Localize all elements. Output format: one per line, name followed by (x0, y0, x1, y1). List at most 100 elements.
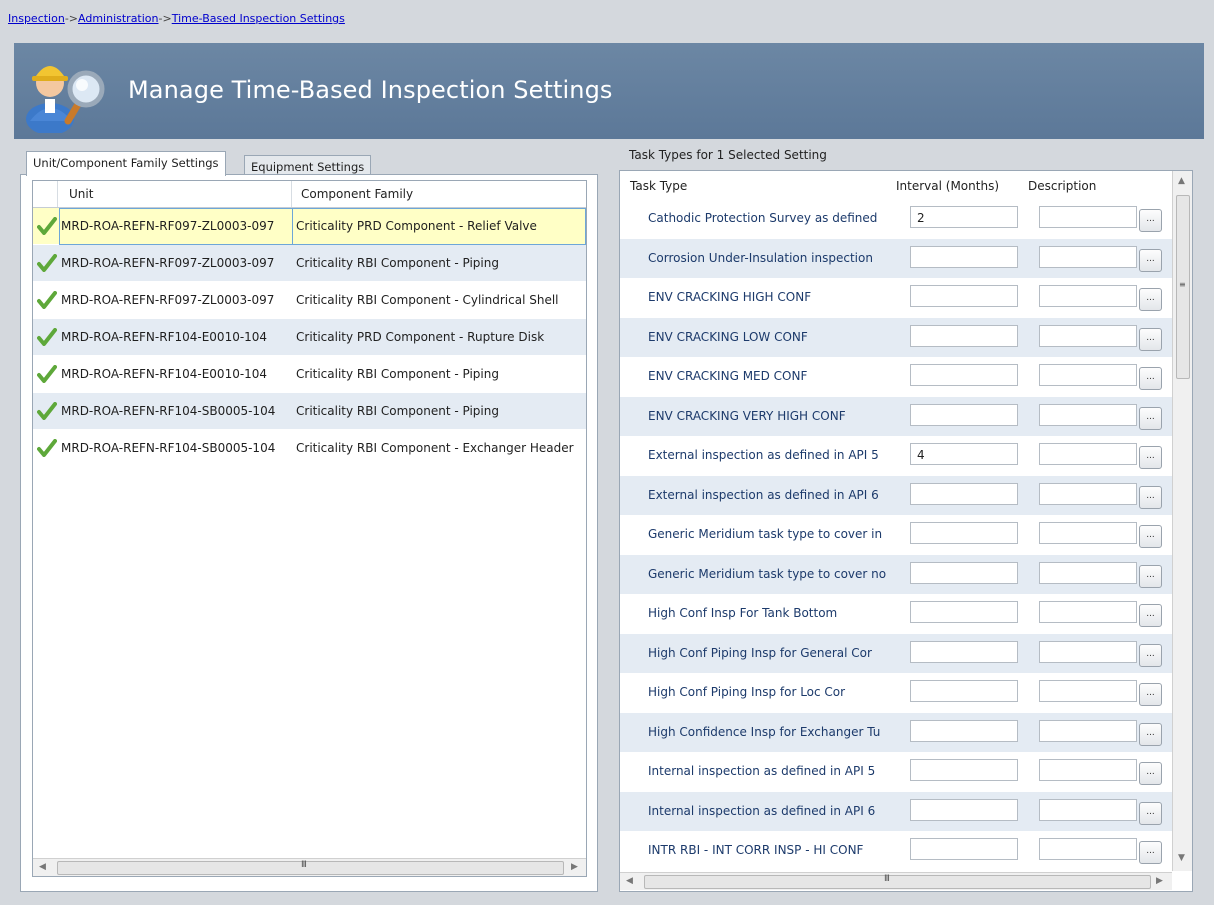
description-browse-button[interactable]: ... (1139, 367, 1162, 390)
checkmark-icon (37, 217, 57, 235)
description-input[interactable] (1039, 482, 1137, 505)
description-browse-button[interactable]: ... (1139, 841, 1162, 864)
interval-input[interactable]: 2 (910, 206, 1018, 228)
right-vertical-scrollbar[interactable]: ▲ ≡ ▼ (1172, 171, 1192, 871)
table-row[interactable]: MRD-ROA-REFN-RF104-SB0005-104 Criticality… (33, 393, 586, 429)
description-input[interactable] (1039, 838, 1137, 860)
description-browse-button[interactable]: ... (1139, 604, 1162, 627)
interval-input[interactable] (910, 640, 1018, 663)
description-input[interactable] (1039, 522, 1137, 544)
column-header-interval[interactable]: Interval (Months) (896, 179, 999, 193)
column-header-task-type[interactable]: Task Type (630, 179, 687, 193)
description-input[interactable] (1039, 206, 1137, 228)
description-browse-button[interactable]: ... (1139, 406, 1162, 430)
description-input[interactable] (1039, 680, 1137, 702)
description-browse-button[interactable]: ... (1139, 209, 1162, 232)
interval-input[interactable] (910, 522, 1018, 544)
description-browse-button[interactable]: ... (1139, 327, 1162, 351)
description-browse-button[interactable]: ... (1139, 525, 1162, 548)
task-type-row: Internal inspection as defined in API 5.… (620, 752, 1172, 791)
inspector-magnifier-icon (26, 66, 105, 133)
unit-cell: MRD-ROA-REFN-RF097-ZL0003-097 (61, 293, 275, 307)
description-input[interactable] (1039, 324, 1137, 347)
description-browse-button[interactable]: ... (1139, 801, 1162, 825)
description-input[interactable] (1039, 719, 1137, 742)
column-header-description[interactable]: Description (1028, 179, 1096, 193)
task-type-label: ENV CRACKING MED CONF (648, 369, 808, 383)
unit-cell: MRD-ROA-REFN-RF104-SB0005-104 (61, 441, 276, 455)
description-browse-button[interactable]: ... (1139, 683, 1162, 706)
description-input[interactable] (1039, 640, 1137, 663)
description-input[interactable] (1039, 364, 1137, 386)
component-family-cell: Criticality RBI Component - Piping (296, 404, 499, 418)
interval-input[interactable] (910, 482, 1018, 505)
description-browse-button[interactable]: ... (1139, 762, 1162, 785)
task-type-label: External inspection as defined in API 5 (648, 448, 879, 462)
interval-input[interactable] (910, 838, 1018, 860)
description-input[interactable] (1039, 285, 1137, 307)
task-type-row: High Conf Piping Insp for Loc Cor... (620, 673, 1172, 712)
task-type-label: ENV CRACKING VERY HIGH CONF (648, 408, 846, 423)
tab-unit-component-family-settings[interactable]: Unit/Component Family Settings (26, 151, 226, 176)
table-row[interactable]: MRD-ROA-REFN-RF097-ZL0003-097 Criticality… (33, 208, 586, 245)
checkmark-icon (37, 291, 57, 309)
unit-component-panel: Unit Component Family MRD-ROA-REFN-RF097… (20, 174, 598, 892)
task-type-label: Cathodic Protection Survey as defined (648, 211, 878, 225)
interval-input[interactable] (910, 364, 1018, 386)
description-browse-button[interactable]: ... (1139, 722, 1162, 746)
interval-input[interactable] (910, 403, 1018, 426)
table-row[interactable]: MRD-ROA-REFN-RF104-E0010-104 Criticality … (33, 319, 586, 355)
interval-input[interactable] (910, 798, 1018, 821)
column-header-unit[interactable]: Unit (69, 187, 93, 201)
task-type-label: ENV CRACKING LOW CONF (648, 329, 808, 344)
interval-input[interactable] (910, 324, 1018, 347)
checkmark-icon (37, 328, 57, 346)
task-type-row: Corrosion Under-Insulation inspection... (620, 238, 1172, 278)
breadcrumb-separator: -> (64, 12, 79, 25)
breadcrumb-time-based-settings[interactable]: Time-Based Inspection Settings (172, 12, 345, 25)
description-input[interactable] (1039, 798, 1137, 821)
table-row[interactable]: MRD-ROA-REFN-RF104-E0010-104 Criticality … (33, 356, 586, 392)
description-browse-button[interactable]: ... (1139, 643, 1162, 667)
description-browse-button[interactable]: ... (1139, 446, 1162, 469)
interval-input[interactable] (910, 680, 1018, 702)
description-input[interactable] (1039, 443, 1137, 465)
component-family-cell: Criticality RBI Component - Cylindrical … (296, 293, 559, 307)
column-header-component-family[interactable]: Component Family (301, 187, 413, 201)
interval-input[interactable] (910, 245, 1018, 268)
left-horizontal-scrollbar[interactable]: ◀ III ▶ (33, 858, 586, 876)
description-input[interactable] (1039, 245, 1137, 268)
interval-input[interactable] (910, 719, 1018, 742)
interval-input[interactable] (910, 759, 1018, 781)
task-type-label: INTR RBI - INT CORR INSP - HI CONF (648, 843, 864, 857)
description-browse-button[interactable]: ... (1139, 288, 1162, 311)
description-input[interactable] (1039, 601, 1137, 623)
task-type-label: High Confidence Insp for Exchanger Tu (648, 724, 881, 739)
right-horizontal-scrollbar[interactable]: ◀ III ▶ (620, 872, 1172, 890)
component-family-cell: Criticality RBI Component - Piping (296, 256, 499, 270)
interval-input[interactable] (910, 561, 1018, 584)
description-browse-button[interactable]: ... (1139, 564, 1162, 588)
interval-input[interactable]: 4 (910, 443, 1018, 465)
description-input[interactable] (1039, 561, 1137, 584)
description-browse-button[interactable]: ... (1139, 248, 1162, 272)
task-type-label: Internal inspection as defined in API 6 (648, 803, 876, 818)
breadcrumb-inspection[interactable]: Inspection (8, 12, 65, 25)
description-browse-button[interactable]: ... (1139, 485, 1162, 509)
description-input[interactable] (1039, 759, 1137, 781)
breadcrumb-administration[interactable]: Administration (78, 12, 159, 25)
table-row[interactable]: MRD-ROA-REFN-RF097-ZL0003-097 Criticality… (33, 282, 586, 318)
task-type-label: External inspection as defined in API 6 (648, 487, 879, 502)
interval-input[interactable] (910, 601, 1018, 623)
task-type-label: Corrosion Under-Insulation inspection (648, 250, 873, 265)
task-type-label: High Conf Piping Insp for Loc Cor (648, 685, 846, 699)
description-input[interactable] (1039, 403, 1137, 426)
table-row[interactable]: MRD-ROA-REFN-RF104-SB0005-104 Criticality… (33, 430, 586, 466)
component-family-cell: Criticality RBI Component - Piping (296, 367, 499, 381)
task-type-row: External inspection as defined in API 5 4… (620, 436, 1172, 475)
interval-input[interactable] (910, 285, 1018, 307)
task-type-row: ENV CRACKING VERY HIGH CONF... (620, 396, 1172, 436)
table-row[interactable]: MRD-ROA-REFN-RF097-ZL0003-097 Criticality… (33, 245, 586, 281)
checkmark-icon (37, 254, 57, 272)
unit-cell: MRD-ROA-REFN-RF104-E0010-104 (61, 330, 268, 344)
